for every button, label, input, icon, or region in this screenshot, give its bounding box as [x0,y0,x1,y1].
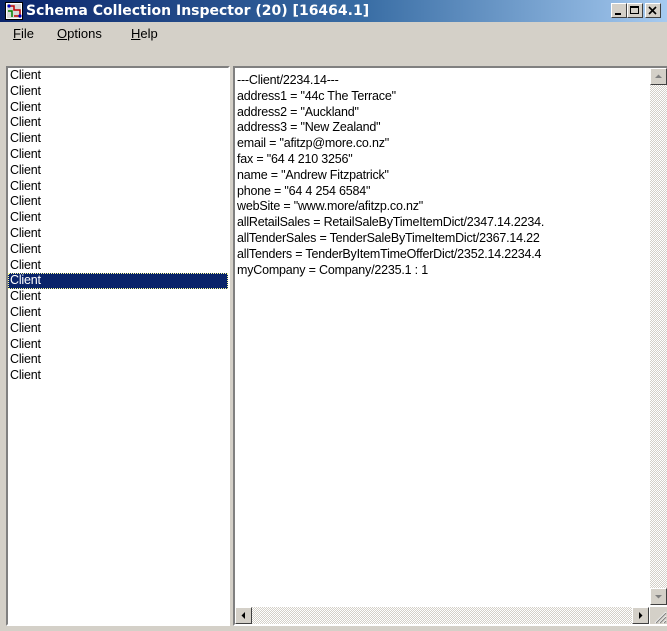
title-bar[interactable]: Schema Collection Inspector (20) [16464.… [0,0,667,22]
list-item[interactable]: Client [8,226,228,242]
detail-line: name = "Andrew Fitzpatrick" [237,167,389,182]
detail-line: webSite = "www.more/afitzp.co.nz" [237,199,424,214]
list-item[interactable]: Client [8,337,228,353]
horizontal-scroll-track[interactable] [252,607,632,624]
window-title: Schema Collection Inspector (20) [16464.… [26,3,370,19]
app-schema-icon [5,2,23,20]
list-item[interactable]: Client [8,273,228,290]
list-item[interactable]: Client [8,115,228,131]
detail-line: address3 = "New Zealand" [237,120,381,135]
arrow-left-icon [241,612,245,619]
list-items: Client Client Client Client Client Client Clie… [8,68,228,384]
menu-file[interactable]: File [13,26,34,42]
arrow-right-icon [639,612,643,619]
maximize-icon [630,6,639,14]
detail-line: address1 = "44c The Terrace" [237,88,396,103]
list-item[interactable]: Client [8,242,228,258]
detail-line: address2 = "Auckland" [237,104,359,119]
detail-line: myCompany = Company/2235.1 : 1 [237,262,428,277]
list-item[interactable]: Client [8,258,228,274]
detail-text: ---Client/2234.14--- address1 = "44c The … [237,73,647,278]
list-item[interactable]: Client [8,194,228,210]
detail-line: allRetailSales = RetailSaleByTimeItemDic… [237,215,545,230]
arrow-up-icon [655,74,662,78]
scroll-up-button[interactable] [650,68,667,85]
collection-list[interactable]: Client Client Client Client Client Client Clie… [6,66,230,626]
close-button[interactable] [645,3,661,18]
list-item[interactable]: Client [8,163,228,179]
menu-help[interactable]: Help [131,26,158,42]
list-item[interactable]: Client [8,100,228,116]
list-item[interactable]: Client [8,147,228,163]
maximize-button[interactable] [627,3,643,18]
detail-line: fax = "64 4 210 3256" [237,151,353,166]
size-grip[interactable] [650,607,667,624]
list-item[interactable]: Client [8,368,228,384]
close-icon [648,6,657,15]
list-item[interactable]: Client [8,321,228,337]
detail-line: ---Client/2234.14--- [237,73,339,87]
menu-options[interactable]: Options [57,26,102,42]
horizontal-scrollbar[interactable] [235,607,649,624]
scroll-left-button[interactable] [235,607,252,624]
list-item[interactable]: Client [8,179,228,195]
scroll-down-button[interactable] [650,588,667,605]
object-detail-pane[interactable]: ---Client/2234.14--- address1 = "44c The … [233,66,667,626]
resize-grip-icon [654,611,667,624]
list-item[interactable]: Client [8,131,228,147]
arrow-down-icon [655,595,662,599]
scroll-right-button[interactable] [632,607,649,624]
menu-bar: File Options Help [0,22,667,44]
vertical-scrollbar[interactable] [650,68,667,605]
list-item[interactable]: Client [8,210,228,226]
vertical-scroll-track[interactable] [650,85,667,588]
list-item[interactable]: Client [8,352,228,368]
detail-line: allTenderSales = TenderSaleByTimeItemDic… [237,230,540,245]
detail-line: allTenders = TenderByItemTimeOfferDict/2… [237,246,542,261]
list-item[interactable]: Client [8,84,228,100]
list-item[interactable]: Client [8,68,228,84]
detail-line: phone = "64 4 254 6584" [237,183,371,198]
detail-line: email = "afitzp@more.co.nz" [237,136,389,151]
app-window: Schema Collection Inspector (20) [16464.… [0,0,667,631]
list-item[interactable]: Client [8,305,228,321]
minimize-button[interactable] [611,3,627,18]
list-item[interactable]: Client [8,289,228,305]
minimize-icon [615,13,621,15]
